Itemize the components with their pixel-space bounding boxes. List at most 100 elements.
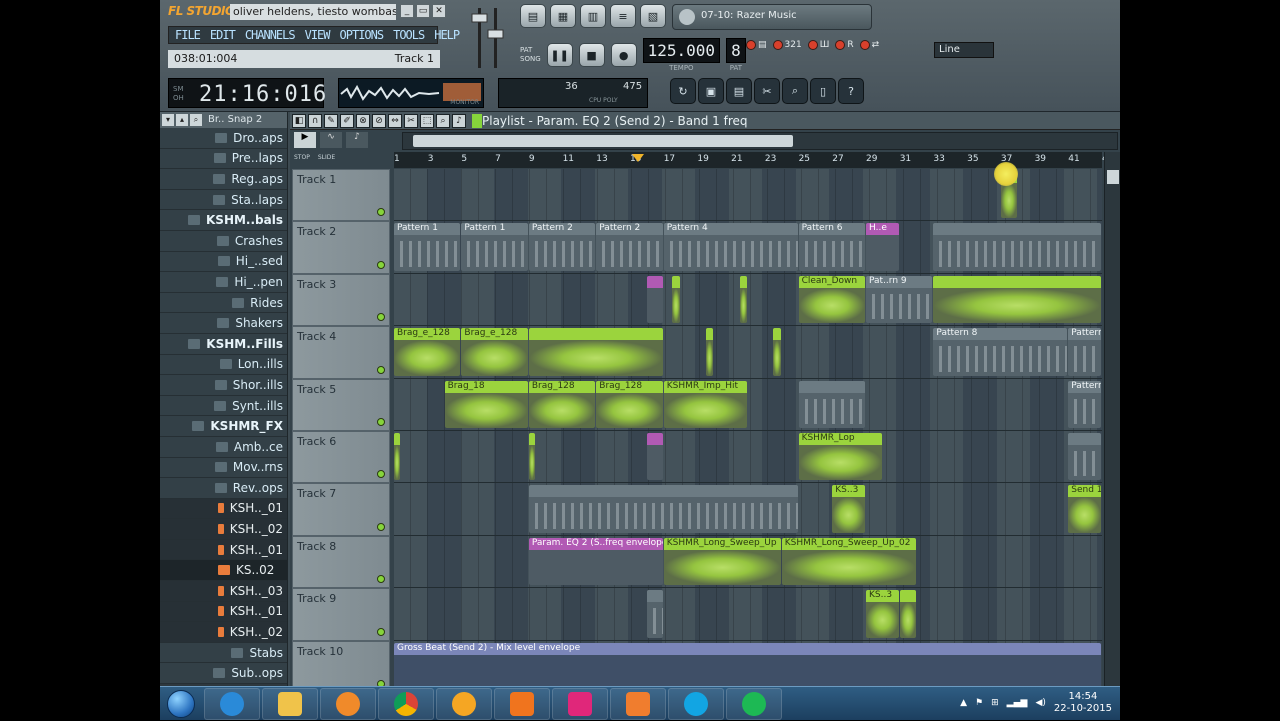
windows-tray-icon[interactable]: ⊞ (991, 698, 999, 708)
audio-clip[interactable] (899, 590, 916, 638)
maximize-icon[interactable]: ▭ (416, 4, 430, 18)
browser-item[interactable]: Reg..aps (160, 169, 287, 190)
options-icon[interactable]: ◧ (292, 114, 306, 128)
pattern-clip[interactable]: Pattern 1 (394, 223, 461, 271)
audio-clip[interactable]: Brag_e_128 (394, 328, 461, 376)
tray-expand-icon[interactable]: ▲ (960, 698, 967, 708)
track-enable-icon[interactable] (377, 470, 385, 479)
track-lane[interactable]: Param. EQ 2 (S..freq envelope KSHMR_Long_… (394, 535, 1102, 589)
browser-item[interactable]: KSHMR_FX (160, 416, 287, 437)
browser-item[interactable]: KS..02 (160, 560, 287, 582)
taskbar-media[interactable] (320, 687, 376, 720)
radio-browser[interactable]: 07-10: Razer Music (672, 4, 872, 30)
browser-item[interactable]: Rides (160, 292, 287, 314)
record-toggle[interactable]: R (835, 40, 854, 50)
audio-clip[interactable]: Brag_128 (596, 380, 663, 428)
countdown-toggle[interactable]: 321 (772, 40, 802, 50)
track-lane[interactable]: Clean_Down Pat..rn 9 (394, 273, 1102, 327)
browser-item[interactable]: Rev..ops (160, 478, 287, 499)
audio-clip[interactable]: Brag_18 (444, 380, 528, 428)
loop-toggle[interactable]: ⇄ (859, 40, 879, 50)
song-time-display[interactable]: SM OH 21:16:016 (168, 78, 326, 108)
delete-icon[interactable]: ⊗ (356, 114, 370, 128)
pattern-view-tab[interactable]: ▶ (294, 132, 316, 148)
pattern-clip[interactable] (933, 223, 1101, 271)
pattern-clip[interactable]: Pattern 2 (596, 223, 663, 271)
browser-item[interactable]: Dro..aps (160, 128, 287, 149)
audio-clip[interactable] (528, 328, 663, 376)
browser-item[interactable]: Sta..laps (160, 189, 287, 211)
menu-file[interactable]: FILE (175, 28, 201, 42)
menu-view[interactable]: VIEW (305, 28, 331, 42)
stop-toggle[interactable]: STOP (294, 154, 310, 161)
slide-toggle[interactable]: SLIDE (318, 154, 335, 161)
track-lane[interactable]: Brag_e_128 Brag_e_128 Pattern 8 Pattern (394, 326, 1102, 379)
menu-tools[interactable]: TOOLS (393, 28, 425, 42)
piano-roll-button[interactable]: ▥ (580, 4, 606, 28)
pattern-clip[interactable]: Pattern (1068, 380, 1101, 428)
track-lane[interactable]: KSHMR_Lop (394, 431, 1102, 484)
audio-clip[interactable] (705, 328, 714, 376)
pattern-clip[interactable]: Pattern 4 (663, 223, 798, 271)
help-icon[interactable]: ? (838, 78, 864, 104)
pattern-box[interactable]: 8 PAT (726, 38, 746, 72)
browser-up-icon[interactable]: ▴ (176, 114, 188, 126)
taskbar-flstudio[interactable] (436, 687, 492, 720)
track-enable-icon[interactable] (377, 522, 385, 531)
taskbar-ie[interactable] (204, 687, 260, 720)
browser-item[interactable]: KSH.._01 (160, 601, 287, 623)
close-icon[interactable]: ✕ (432, 4, 446, 18)
menu-edit[interactable]: EDIT (210, 28, 236, 42)
track-header[interactable]: Track 1 (292, 169, 390, 222)
flag-icon[interactable]: ⚑ (975, 698, 983, 708)
magnet-icon[interactable]: ∩ (308, 114, 322, 128)
browser-item[interactable]: KSH.._01 (160, 539, 287, 561)
track-header[interactable]: Track 4 (292, 326, 390, 379)
paint-icon[interactable]: ✐ (340, 114, 354, 128)
playback-icon[interactable]: ♪ (452, 114, 466, 128)
automation-clip[interactable] (646, 433, 663, 481)
pause-button[interactable]: ❚❚ (546, 43, 573, 67)
snap-select[interactable]: Line (934, 42, 994, 58)
step-sequencer-button[interactable]: ▦ (550, 4, 576, 28)
horizontal-scrollbar[interactable] (402, 132, 1118, 150)
track-header[interactable]: Track 9 (292, 588, 390, 641)
metronome-toggle[interactable]: ▤ (746, 40, 767, 50)
step-edit-toggle[interactable]: Ш (807, 40, 829, 50)
track-lane[interactable]: KS..3 (394, 588, 1102, 641)
mute-icon[interactable]: ⊘ (372, 114, 386, 128)
audio-clip[interactable] (672, 275, 680, 324)
vertical-scrollbar[interactable] (1104, 152, 1120, 686)
pattern-clip[interactable]: Pattern 6 (798, 223, 865, 271)
minimize-icon[interactable]: _ (400, 4, 414, 18)
taskbar-explorer[interactable] (262, 687, 318, 720)
find-icon[interactable]: ⌕ (782, 78, 808, 104)
audio-clip[interactable]: KS..3 (832, 485, 865, 533)
taskbar-chrome[interactable] (378, 687, 434, 720)
track-header[interactable]: Track 6 (292, 431, 390, 484)
master-volume-fader[interactable] (466, 4, 506, 72)
scroll-thumb[interactable] (413, 135, 793, 147)
export-icon[interactable]: ▤ (726, 78, 752, 104)
record-button[interactable]: ● (610, 43, 637, 67)
audio-clip[interactable] (773, 328, 781, 376)
automation-clip[interactable]: H..e (866, 223, 899, 271)
browser-item[interactable]: Crashes (160, 230, 287, 252)
menu-options[interactable]: OPTIONS (340, 28, 385, 42)
audio-clip[interactable] (739, 275, 747, 324)
audio-clip[interactable]: Brag_128 (528, 380, 596, 428)
track-enable-icon[interactable] (377, 365, 385, 374)
notes-icon[interactable]: ▯ (810, 78, 836, 104)
browser-item[interactable]: Shor..ills (160, 375, 287, 396)
mixer-button[interactable]: ≡ (610, 4, 636, 28)
reload-icon[interactable]: ↻ (670, 78, 696, 104)
pattern-clip[interactable] (528, 485, 798, 533)
track-lane[interactable]: Gross Beat (Send 2) - Mix level envelope (394, 640, 1102, 686)
track-lane[interactable]: Pattern 1 Pattern 1 Pattern 2 Pattern 2 Patt… (394, 221, 1102, 274)
taskbar-k-app[interactable] (552, 687, 608, 720)
stop-button[interactable]: ■ (578, 43, 605, 67)
track-enable-icon[interactable] (377, 627, 385, 636)
browser-search-icon[interactable]: ⌕ (190, 114, 202, 126)
cut-icon[interactable]: ✂ (754, 78, 780, 104)
track-header[interactable]: Track 5 (292, 378, 390, 431)
